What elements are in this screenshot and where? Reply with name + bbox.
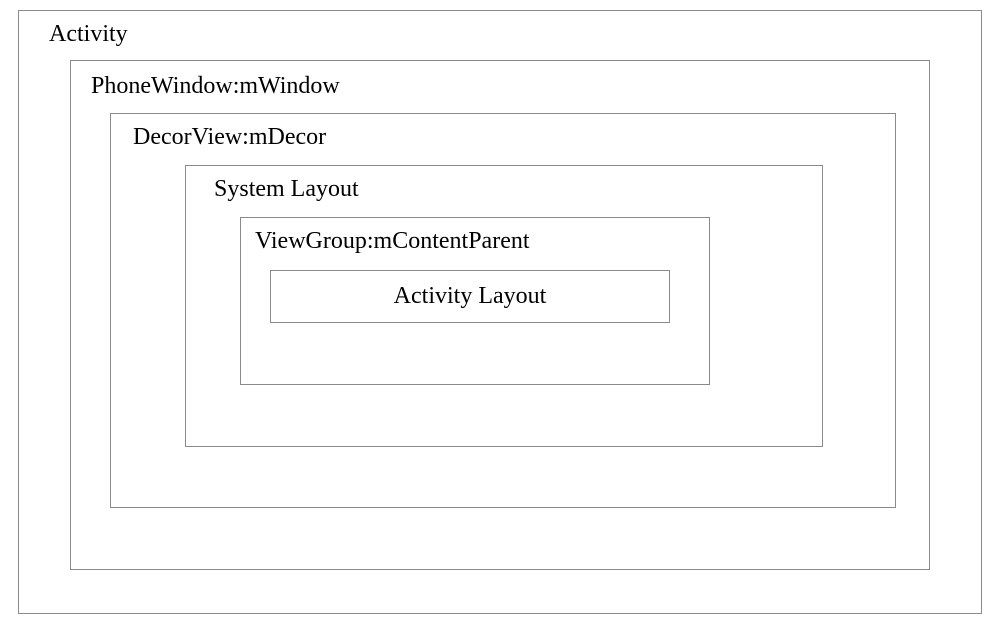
activitylayout-label: Activity Layout bbox=[394, 283, 547, 310]
activity-label: Activity bbox=[49, 21, 128, 47]
decorview-label: DecorView:mDecor bbox=[133, 124, 326, 150]
activitylayout-box: Activity Layout bbox=[270, 270, 670, 323]
phonewindow-label: PhoneWindow:mWindow bbox=[91, 73, 340, 99]
viewgroup-label: ViewGroup:mContentParent bbox=[255, 228, 530, 254]
systemlayout-label: System Layout bbox=[214, 176, 359, 202]
